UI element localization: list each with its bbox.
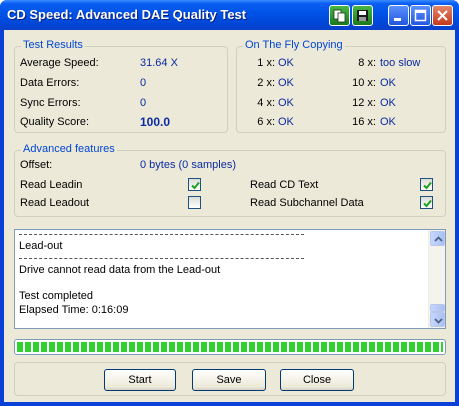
quality-score-label: Quality Score: bbox=[20, 116, 90, 128]
otf-speed-8x: 8 x: bbox=[358, 57, 376, 69]
close-button[interactable]: Close bbox=[280, 369, 354, 391]
read-cd-text-label: Read CD Text bbox=[250, 179, 319, 191]
log-separator bbox=[19, 234, 304, 235]
title-bar[interactable]: CD Speed: Advanced DAE Quality Test bbox=[0, 0, 459, 30]
log-line: Elapsed Time: 0:16:09 bbox=[19, 304, 129, 316]
otf-speed-4x: 4 x: bbox=[257, 97, 275, 109]
scroll-up-icon[interactable] bbox=[430, 231, 445, 246]
otf-status-10x: OK bbox=[380, 77, 396, 89]
maximize-icon[interactable] bbox=[410, 5, 431, 26]
otf-status-1x: OK bbox=[278, 57, 294, 69]
sync-errors-label: Sync Errors: bbox=[20, 97, 81, 109]
otf-status-16x: OK bbox=[380, 116, 396, 128]
log-line: Lead-out bbox=[19, 240, 63, 252]
group-title-advanced: Advanced features bbox=[21, 143, 117, 155]
average-speed-value: 31.64 X bbox=[140, 57, 178, 69]
data-errors-value: 0 bbox=[140, 77, 147, 89]
otf-speed-12x: 12 x: bbox=[352, 97, 376, 109]
log-line: Test completed bbox=[19, 290, 93, 302]
log-scrollbar[interactable] bbox=[428, 230, 445, 328]
log-textbox[interactable]: Lead-out Drive cannot read data from the… bbox=[14, 229, 446, 329]
otf-speed-16x: 16 x: bbox=[352, 116, 376, 128]
dialog-body: Test Results Average Speed: 31.64 X Data… bbox=[4, 30, 455, 402]
progress-fill bbox=[17, 342, 443, 352]
offset-value: 0 bytes (0 samples) bbox=[140, 159, 236, 171]
otf-speed-2x: 2 x: bbox=[257, 77, 275, 89]
scroll-thumb[interactable] bbox=[430, 304, 445, 312]
advanced-features-group: Advanced features Offset: 0 bytes (0 sam… bbox=[14, 143, 446, 217]
otf-status-4x: OK bbox=[278, 97, 294, 109]
average-speed-label: Average Speed: bbox=[20, 57, 99, 69]
read-leadout-checkbox[interactable] bbox=[188, 196, 201, 209]
otf-status-8x: too slow bbox=[380, 57, 421, 69]
minimize-icon[interactable] bbox=[388, 5, 409, 26]
log-line: Drive cannot read data from the Lead-out bbox=[19, 264, 221, 276]
data-errors-label: Data Errors: bbox=[20, 77, 80, 89]
group-title-test-results: Test Results bbox=[21, 39, 85, 51]
read-cd-text-checkbox[interactable] bbox=[420, 178, 433, 191]
read-leadin-label: Read Leadin bbox=[20, 179, 83, 191]
save-button[interactable]: Save bbox=[192, 369, 266, 391]
read-subchannel-label: Read Subchannel Data bbox=[250, 197, 364, 209]
otf-status-6x: OK bbox=[278, 116, 294, 128]
offset-label: Offset: bbox=[20, 159, 53, 171]
copy-icon[interactable] bbox=[329, 5, 350, 26]
progress-bar bbox=[14, 339, 446, 355]
log-separator bbox=[19, 258, 304, 259]
read-subchannel-checkbox[interactable] bbox=[420, 196, 433, 209]
quality-score-value: 100.0 bbox=[140, 115, 171, 129]
otf-speed-1x: 1 x: bbox=[257, 57, 275, 69]
start-button[interactable]: Start bbox=[104, 369, 176, 391]
app-window: CD Speed: Advanced DAE Quality Test Test… bbox=[0, 0, 459, 406]
otf-status-2x: OK bbox=[278, 77, 294, 89]
on-the-fly-group: On The Fly Copying 1 x: OK 2 x: OK 4 x: … bbox=[236, 39, 446, 133]
group-title-on-the-fly: On The Fly Copying bbox=[243, 39, 345, 51]
otf-speed-10x: 10 x: bbox=[352, 77, 376, 89]
sync-errors-value: 0 bbox=[140, 97, 147, 109]
read-leadin-checkbox[interactable] bbox=[188, 178, 201, 191]
close-icon[interactable] bbox=[432, 5, 453, 26]
otf-speed-6x: 6 x: bbox=[257, 116, 275, 128]
save-icon[interactable] bbox=[352, 5, 373, 26]
scroll-down-icon[interactable] bbox=[430, 312, 445, 327]
test-results-group: Test Results Average Speed: 31.64 X Data… bbox=[14, 39, 228, 133]
read-leadout-label: Read Leadout bbox=[20, 197, 90, 209]
window-title: CD Speed: Advanced DAE Quality Test bbox=[7, 7, 247, 22]
otf-status-12x: OK bbox=[380, 97, 396, 109]
